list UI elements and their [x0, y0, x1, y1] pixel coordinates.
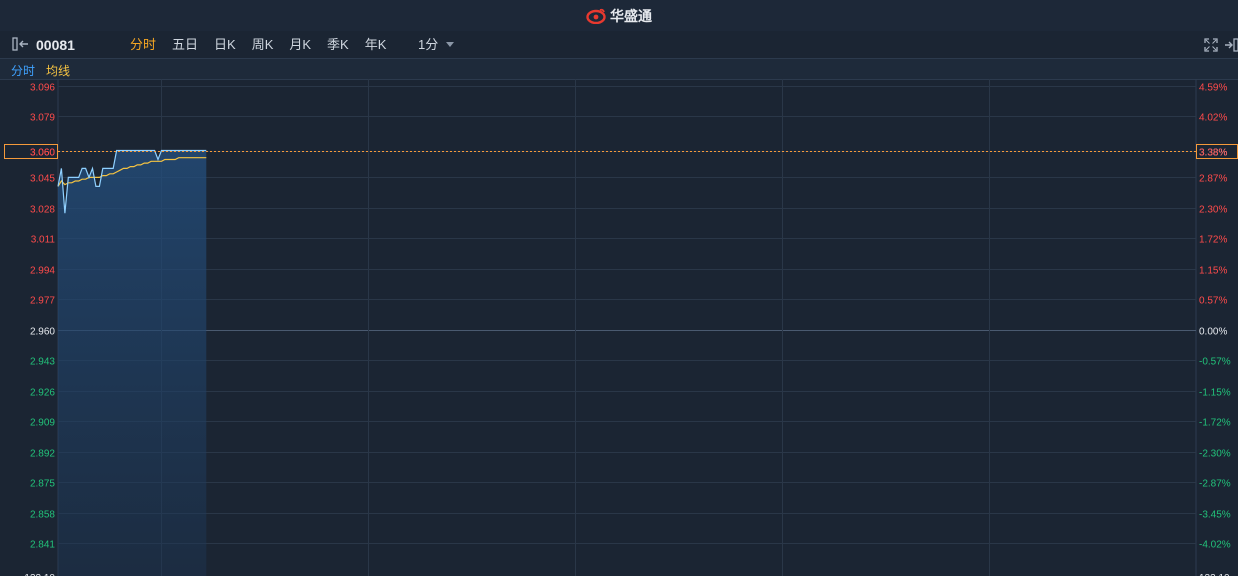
tab-intraday[interactable]: 分时 [122, 31, 164, 58]
percent-axis-right: 4.59% 4.02% 3.38% 2.87% 2.30% 1.72% 1.15% 0.57%… [1199, 83, 1231, 576]
legend-bar: 分时 均线 [0, 58, 1238, 80]
price-tick-label: 3.060 [30, 148, 55, 159]
price-tick-label: 3.028 [30, 205, 55, 216]
toolbar: 00081 分时 五日 日K 周K 月K 季K 年K 1分 [0, 31, 1238, 58]
interval-value: 1分 [418, 37, 439, 52]
legend-price-line: 分时 [11, 64, 36, 78]
price-axis-left: 3.096 3.079 3.060 3.045 3.028 3.011 2.994 2.977… [24, 83, 55, 576]
tab-quarterly-k[interactable]: 季K [319, 31, 357, 58]
fullscreen-icon[interactable] [1204, 38, 1218, 52]
tab-five-day[interactable]: 五日 [164, 31, 206, 58]
price-tick-label: 3.011 [31, 235, 56, 246]
expand-panel-icon[interactable] [1224, 38, 1238, 52]
collapse-panel-icon[interactable] [12, 37, 30, 51]
percent-tick-label: 0.00% [1199, 327, 1227, 338]
price-tick-label: 3.096 [30, 83, 55, 94]
percent-tick-label: 2.87% [1199, 174, 1227, 185]
percent-tick-label: -2.87% [1199, 479, 1231, 490]
percent-tick-label: -1.15% [1199, 388, 1231, 399]
legend-average-line: 均线 [46, 64, 71, 78]
tab-daily-k[interactable]: 日K [206, 31, 244, 58]
price-tick-label: 2.841 [30, 540, 55, 551]
percent-tick-label: -2.30% [1199, 449, 1231, 460]
percent-tick-label: -3.45% [1199, 510, 1231, 521]
price-tick-label: 2.977 [30, 296, 55, 307]
price-tick-label: 2.926 [30, 388, 55, 399]
price-area-layer [58, 150, 207, 576]
price-tick-label: 2.892 [30, 449, 55, 460]
price-tick-label: 2.943 [30, 357, 55, 368]
stock-code: 00081 [36, 37, 75, 53]
percent-tick-label: -0.57% [1199, 357, 1231, 368]
percent-tick-label: -4.02% [1199, 540, 1231, 551]
period-tabs: 分时 五日 日K 周K 月K 季K 年K [122, 31, 394, 58]
price-tick-label: 2.960 [30, 327, 55, 338]
price-area [58, 150, 207, 576]
chart-grid [57, 79, 1197, 576]
percent-tick-label: 0.57% [1199, 296, 1227, 307]
price-tick-label: 3.045 [30, 174, 55, 185]
tab-yearly-k[interactable]: 年K [357, 31, 395, 58]
percent-tick-label: 2.30% [1199, 205, 1227, 216]
price-tick-label: 2.994 [30, 266, 55, 277]
percent-tick-label: -1.72% [1199, 418, 1231, 429]
chevron-down-icon [446, 42, 455, 47]
brand: 华盛通 [586, 6, 652, 26]
percent-tick-label: 4.59% [1199, 83, 1227, 94]
app-window: 华盛通 00081 分时 五日 日K 周K 月K 季K 年K 1分 分时 均线 … [0, 0, 1238, 576]
price-tick-label: 3.079 [30, 113, 55, 124]
price-tick-label: 2.858 [30, 510, 55, 521]
interval-select[interactable]: 1分 [418, 31, 455, 58]
brand-logo-icon [586, 8, 606, 24]
percent-tick-label: 1.72% [1199, 235, 1227, 246]
intraday-chart[interactable]: 3.060 3.38% 3.096 3.079 3.060 3.045 3.028 3.01… [0, 79, 1238, 576]
price-tick-label: 2.909 [30, 418, 55, 429]
tab-weekly-k[interactable]: 周K [244, 31, 282, 58]
tab-monthly-k[interactable]: 月K [281, 31, 319, 58]
brand-name: 华盛通 [610, 7, 652, 24]
percent-tick-label: 4.02% [1199, 113, 1227, 124]
title-bar: 华盛通 [0, 0, 1238, 32]
percent-tick-label: 3.38% [1199, 148, 1227, 159]
price-tick-label: 2.875 [30, 479, 55, 490]
percent-tick-label: 1.15% [1199, 266, 1227, 277]
